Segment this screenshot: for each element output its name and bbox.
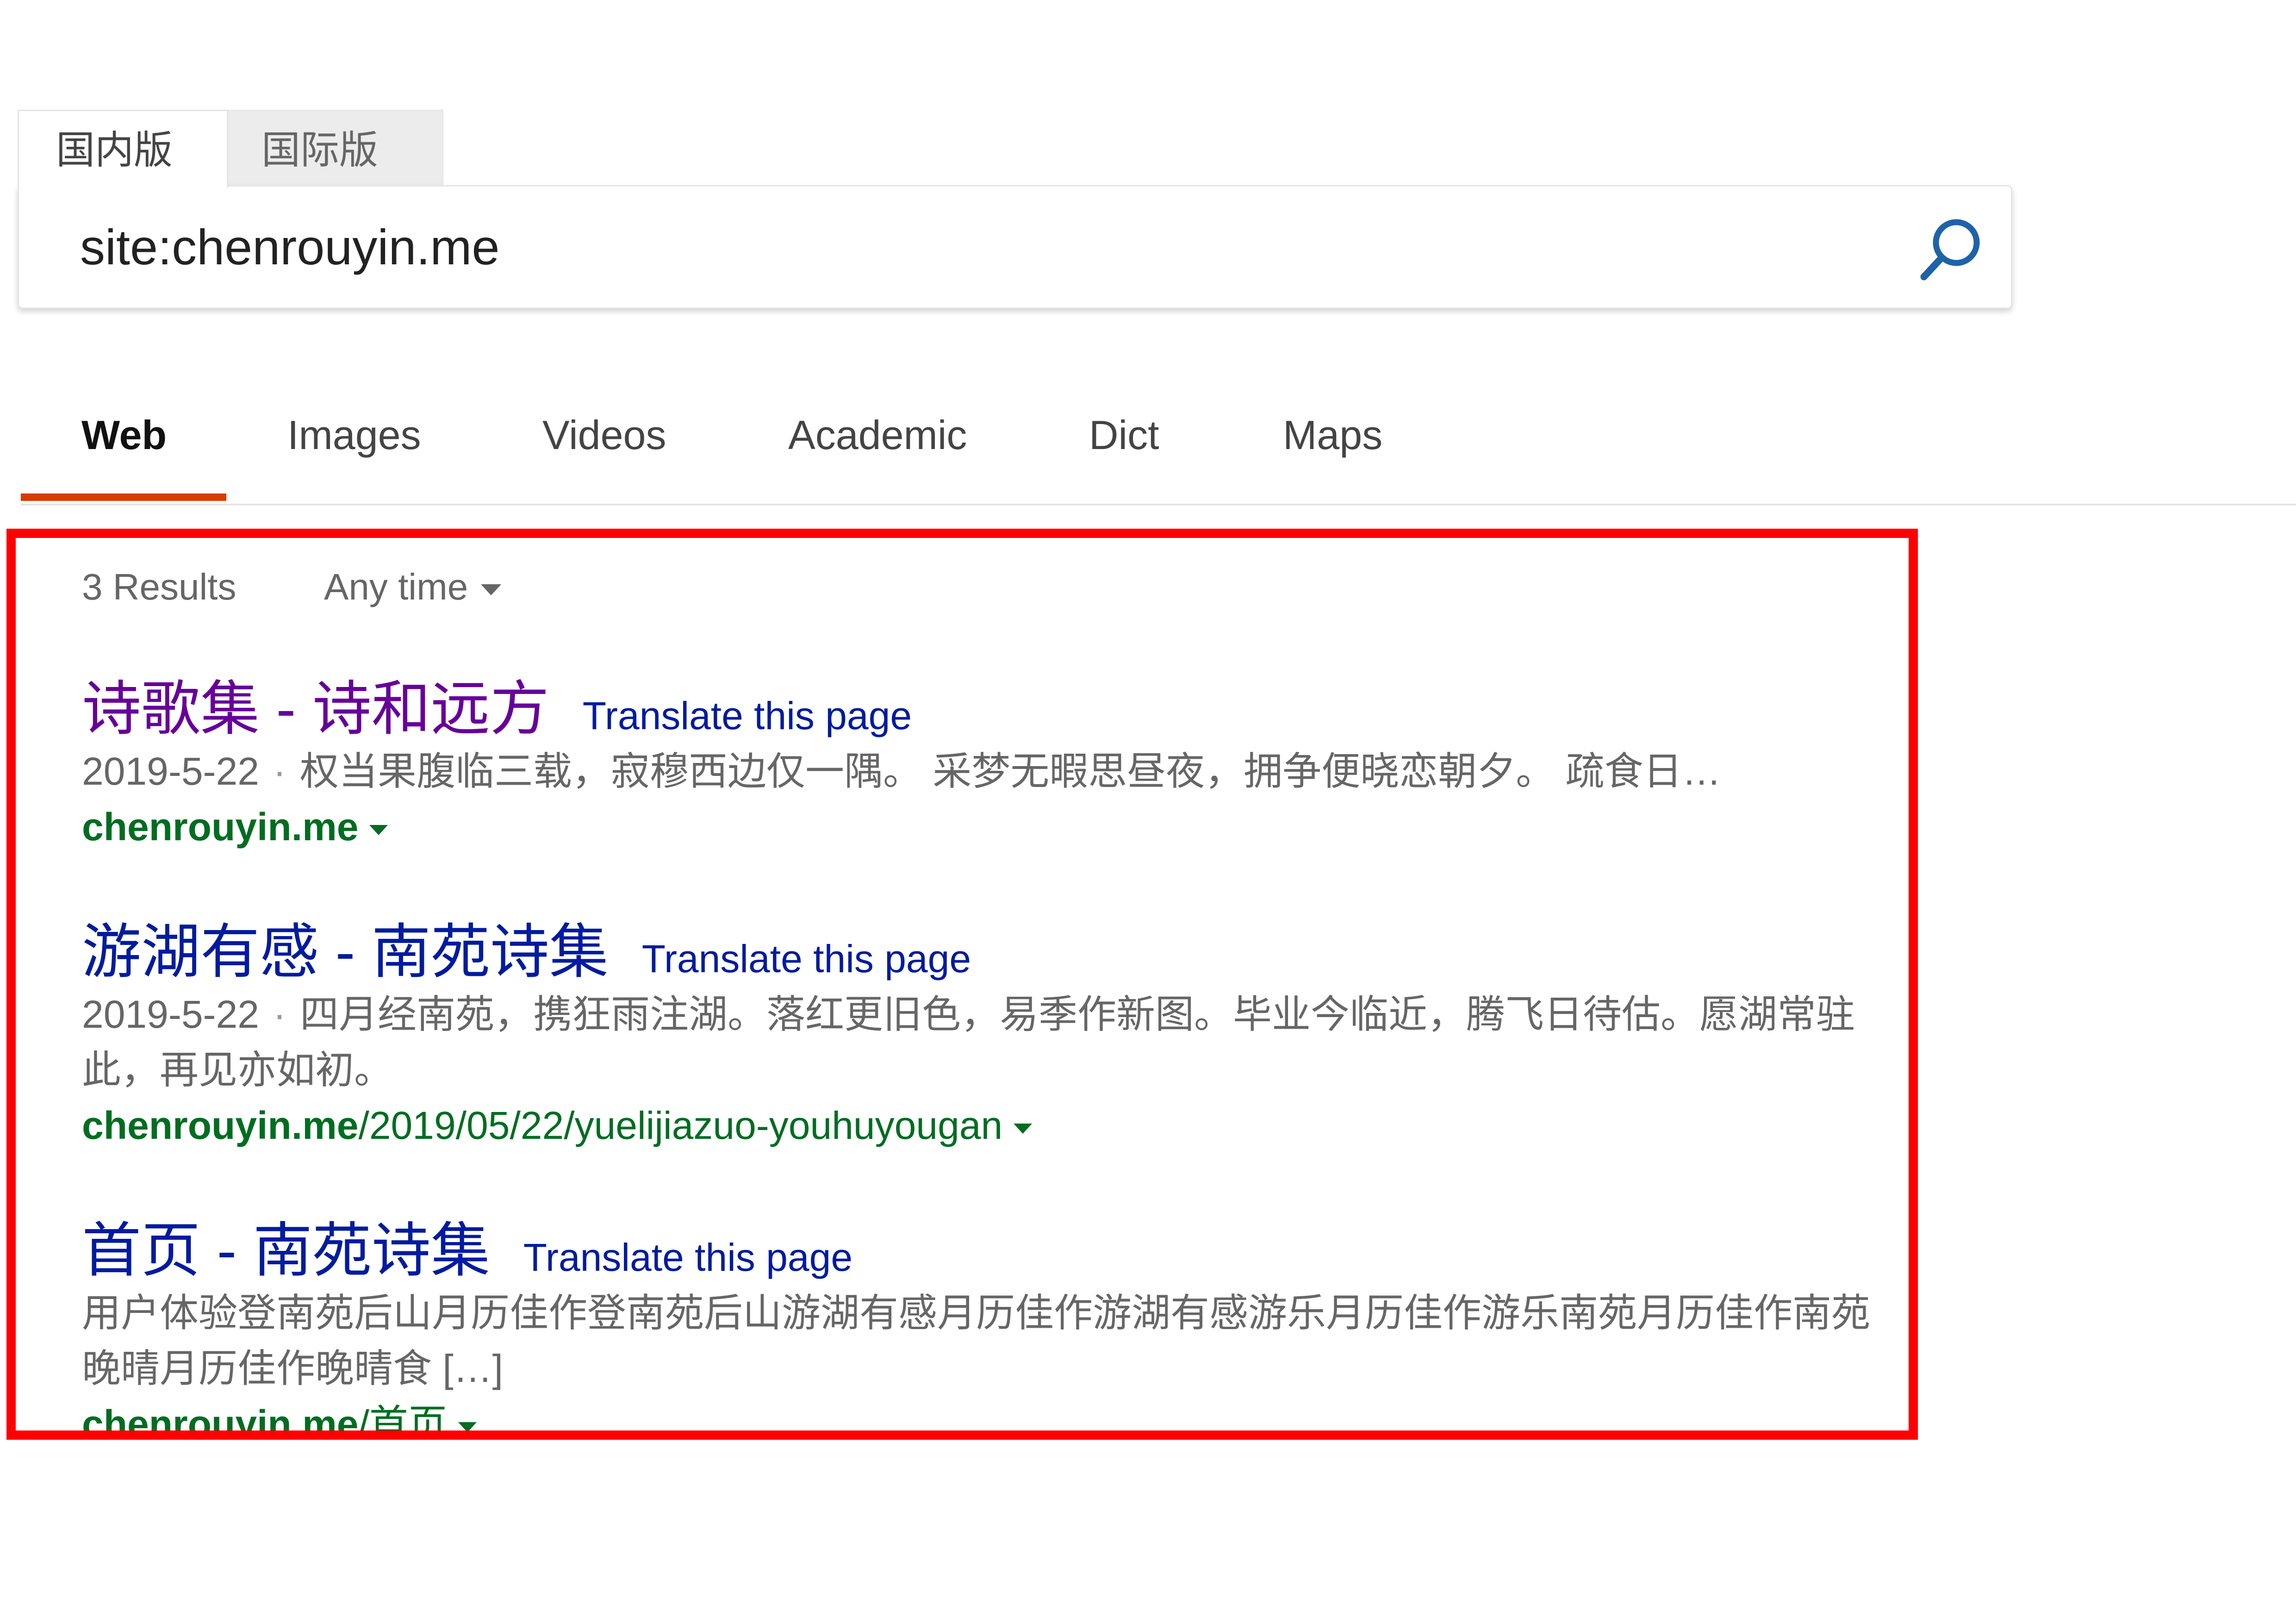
nav-divider — [21, 504, 2296, 506]
nav-web[interactable]: Web — [81, 407, 167, 463]
highlight-box — [6, 529, 1918, 1440]
nav-videos[interactable]: Videos — [542, 407, 666, 463]
search-input[interactable] — [80, 205, 1839, 288]
tab-domestic[interactable]: 国内版 — [18, 110, 228, 187]
tab-international-label: 国际版 — [261, 128, 379, 172]
nav-academic[interactable]: Academic — [788, 407, 967, 463]
search-box — [18, 185, 2012, 309]
nav-images[interactable]: Images — [287, 407, 421, 463]
nav-dict[interactable]: Dict — [1089, 407, 1159, 463]
tab-domestic-label: 国内版 — [56, 128, 173, 172]
search-icon — [1920, 219, 1980, 281]
search-button[interactable] — [1914, 212, 1988, 286]
tab-international[interactable]: 国际版 — [223, 110, 443, 187]
active-tab-indicator — [21, 493, 226, 501]
nav-maps[interactable]: Maps — [1283, 407, 1382, 463]
